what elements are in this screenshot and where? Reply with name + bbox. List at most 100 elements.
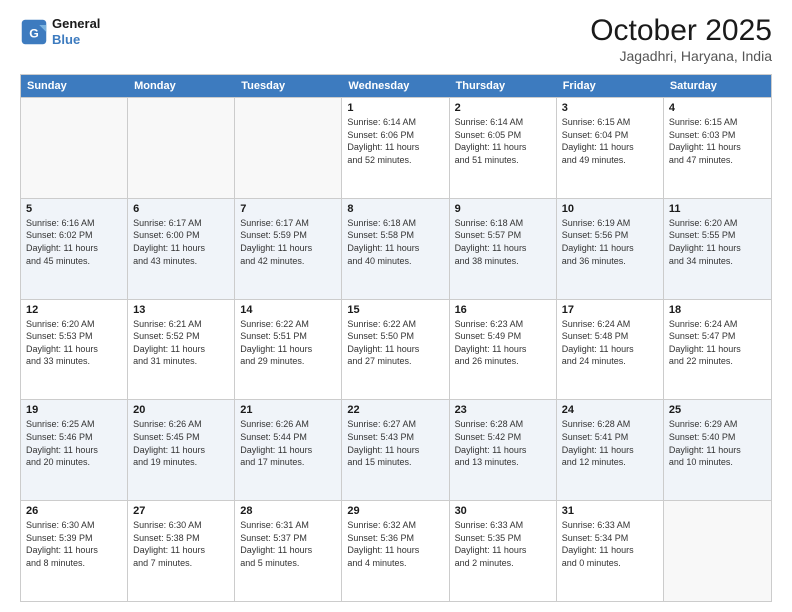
day-info: Sunrise: 6:18 AM Sunset: 5:58 PM Dayligh… (347, 217, 443, 267)
day-info: Sunrise: 6:28 AM Sunset: 5:41 PM Dayligh… (562, 418, 658, 468)
day-number: 26 (26, 505, 122, 517)
day-info: Sunrise: 6:24 AM Sunset: 5:47 PM Dayligh… (669, 318, 766, 368)
day-number: 2 (455, 102, 551, 114)
day-number: 5 (26, 203, 122, 215)
calendar-row-2: 12 Sunrise: 6:20 AM Sunset: 5:53 PM Dayli… (21, 299, 771, 400)
calendar-row-1: 5 Sunrise: 6:16 AM Sunset: 6:02 PM Daylig… (21, 198, 771, 299)
day-info: Sunrise: 6:17 AM Sunset: 6:00 PM Dayligh… (133, 217, 229, 267)
location: Jagadhri, Haryana, India (590, 48, 772, 64)
calendar-cell: 13 Sunrise: 6:21 AM Sunset: 5:52 PM Dayli… (128, 300, 235, 400)
calendar-row-3: 19Sunrise: 6:25 AM Sunset: 5:46 PM Dayli… (21, 399, 771, 500)
calendar-cell: 30Sunrise: 6:33 AM Sunset: 5:35 PM Dayli… (450, 501, 557, 601)
calendar-cell: 27 Sunrise: 6:30 AM Sunset: 5:38 PM Dayli… (128, 501, 235, 601)
day-number: 9 (455, 203, 551, 215)
calendar-cell (21, 98, 128, 198)
day-number: 16 (455, 304, 551, 316)
day-info: Sunrise: 6:27 AM Sunset: 5:43 PM Dayligh… (347, 418, 443, 468)
calendar-cell: 11 Sunrise: 6:20 AM Sunset: 5:55 PM Dayli… (664, 199, 771, 299)
day-info: Sunrise: 6:32 AM Sunset: 5:36 PM Dayligh… (347, 519, 443, 569)
day-info: Sunrise: 6:30 AM Sunset: 5:38 PM Dayligh… (133, 519, 229, 569)
day-info: Sunrise: 6:19 AM Sunset: 5:56 PM Dayligh… (562, 217, 658, 267)
header: G General Blue October 2025 Jagadhri, Ha… (20, 16, 772, 64)
calendar-cell: 5 Sunrise: 6:16 AM Sunset: 6:02 PM Daylig… (21, 199, 128, 299)
day-info: Sunrise: 6:14 AM Sunset: 6:05 PM Dayligh… (455, 116, 551, 166)
day-number: 25 (669, 404, 766, 416)
logo-line1: General (52, 16, 100, 32)
day-info: Sunrise: 6:18 AM Sunset: 5:57 PM Dayligh… (455, 217, 551, 267)
day-info: Sunrise: 6:23 AM Sunset: 5:49 PM Dayligh… (455, 318, 551, 368)
calendar-cell: 23 Sunrise: 6:28 AM Sunset: 5:42 PM Dayli… (450, 400, 557, 500)
day-number: 24 (562, 404, 658, 416)
calendar-cell: 10 Sunrise: 6:19 AM Sunset: 5:56 PM Dayli… (557, 199, 664, 299)
calendar-row-4: 26 Sunrise: 6:30 AM Sunset: 5:39 PM Dayli… (21, 500, 771, 601)
day-number: 15 (347, 304, 443, 316)
day-number: 8 (347, 203, 443, 215)
day-info: Sunrise: 6:22 AM Sunset: 5:51 PM Dayligh… (240, 318, 336, 368)
calendar-cell: 29 Sunrise: 6:32 AM Sunset: 5:36 PM Dayli… (342, 501, 449, 601)
day-info: Sunrise: 6:26 AM Sunset: 5:45 PM Dayligh… (133, 418, 229, 468)
day-number: 29 (347, 505, 443, 517)
day-info: Sunrise: 6:24 AM Sunset: 5:48 PM Dayligh… (562, 318, 658, 368)
day-number: 3 (562, 102, 658, 114)
calendar-cell: 15Sunrise: 6:22 AM Sunset: 5:50 PM Dayli… (342, 300, 449, 400)
page: G General Blue October 2025 Jagadhri, Ha… (0, 0, 792, 612)
calendar: SundayMondayTuesdayWednesdayThursdayFrid… (20, 74, 772, 602)
logo-line2: Blue (52, 32, 100, 48)
logo: G General Blue (20, 16, 100, 47)
day-info: Sunrise: 6:31 AM Sunset: 5:37 PM Dayligh… (240, 519, 336, 569)
weekday-header-monday: Monday (128, 75, 235, 97)
calendar-cell: 9 Sunrise: 6:18 AM Sunset: 5:57 PM Daylig… (450, 199, 557, 299)
day-number: 23 (455, 404, 551, 416)
calendar-cell: 16 Sunrise: 6:23 AM Sunset: 5:49 PM Dayli… (450, 300, 557, 400)
logo-icon: G (20, 18, 48, 46)
day-number: 21 (240, 404, 336, 416)
day-info: Sunrise: 6:20 AM Sunset: 5:55 PM Dayligh… (669, 217, 766, 267)
day-number: 31 (562, 505, 658, 517)
day-number: 22 (347, 404, 443, 416)
calendar-cell: 14 Sunrise: 6:22 AM Sunset: 5:51 PM Dayli… (235, 300, 342, 400)
calendar-cell: 2 Sunrise: 6:14 AM Sunset: 6:05 PM Daylig… (450, 98, 557, 198)
day-number: 18 (669, 304, 766, 316)
day-number: 1 (347, 102, 443, 114)
day-info: Sunrise: 6:28 AM Sunset: 5:42 PM Dayligh… (455, 418, 551, 468)
day-number: 19 (26, 404, 122, 416)
day-info: Sunrise: 6:16 AM Sunset: 6:02 PM Dayligh… (26, 217, 122, 267)
calendar-cell: 26 Sunrise: 6:30 AM Sunset: 5:39 PM Dayli… (21, 501, 128, 601)
weekday-header-friday: Friday (557, 75, 664, 97)
day-number: 12 (26, 304, 122, 316)
weekday-header-wednesday: Wednesday (342, 75, 449, 97)
day-info: Sunrise: 6:30 AM Sunset: 5:39 PM Dayligh… (26, 519, 122, 569)
day-number: 4 (669, 102, 766, 114)
day-number: 28 (240, 505, 336, 517)
weekday-header-tuesday: Tuesday (235, 75, 342, 97)
calendar-header: SundayMondayTuesdayWednesdayThursdayFrid… (21, 75, 771, 97)
day-number: 17 (562, 304, 658, 316)
day-number: 27 (133, 505, 229, 517)
calendar-cell: 25Sunrise: 6:29 AM Sunset: 5:40 PM Dayli… (664, 400, 771, 500)
day-number: 13 (133, 304, 229, 316)
day-info: Sunrise: 6:14 AM Sunset: 6:06 PM Dayligh… (347, 116, 443, 166)
calendar-cell: 22 Sunrise: 6:27 AM Sunset: 5:43 PM Dayli… (342, 400, 449, 500)
calendar-cell: 31Sunrise: 6:33 AM Sunset: 5:34 PM Dayli… (557, 501, 664, 601)
calendar-cell: 19Sunrise: 6:25 AM Sunset: 5:46 PM Dayli… (21, 400, 128, 500)
calendar-cell: 4 Sunrise: 6:15 AM Sunset: 6:03 PM Daylig… (664, 98, 771, 198)
calendar-body: 1 Sunrise: 6:14 AM Sunset: 6:06 PM Daylig… (21, 97, 771, 601)
day-number: 7 (240, 203, 336, 215)
calendar-cell: 8 Sunrise: 6:18 AM Sunset: 5:58 PM Daylig… (342, 199, 449, 299)
svg-text:G: G (29, 26, 39, 40)
month-title: October 2025 (590, 16, 772, 46)
day-info: Sunrise: 6:15 AM Sunset: 6:03 PM Dayligh… (669, 116, 766, 166)
day-number: 11 (669, 203, 766, 215)
calendar-cell (235, 98, 342, 198)
day-number: 14 (240, 304, 336, 316)
day-info: Sunrise: 6:26 AM Sunset: 5:44 PM Dayligh… (240, 418, 336, 468)
calendar-cell: 17 Sunrise: 6:24 AM Sunset: 5:48 PM Dayli… (557, 300, 664, 400)
day-info: Sunrise: 6:20 AM Sunset: 5:53 PM Dayligh… (26, 318, 122, 368)
calendar-cell: 1 Sunrise: 6:14 AM Sunset: 6:06 PM Daylig… (342, 98, 449, 198)
calendar-cell: 24 Sunrise: 6:28 AM Sunset: 5:41 PM Dayli… (557, 400, 664, 500)
day-number: 10 (562, 203, 658, 215)
weekday-header-thursday: Thursday (450, 75, 557, 97)
day-info: Sunrise: 6:15 AM Sunset: 6:04 PM Dayligh… (562, 116, 658, 166)
calendar-cell: 7Sunrise: 6:17 AM Sunset: 5:59 PM Daylig… (235, 199, 342, 299)
day-info: Sunrise: 6:21 AM Sunset: 5:52 PM Dayligh… (133, 318, 229, 368)
